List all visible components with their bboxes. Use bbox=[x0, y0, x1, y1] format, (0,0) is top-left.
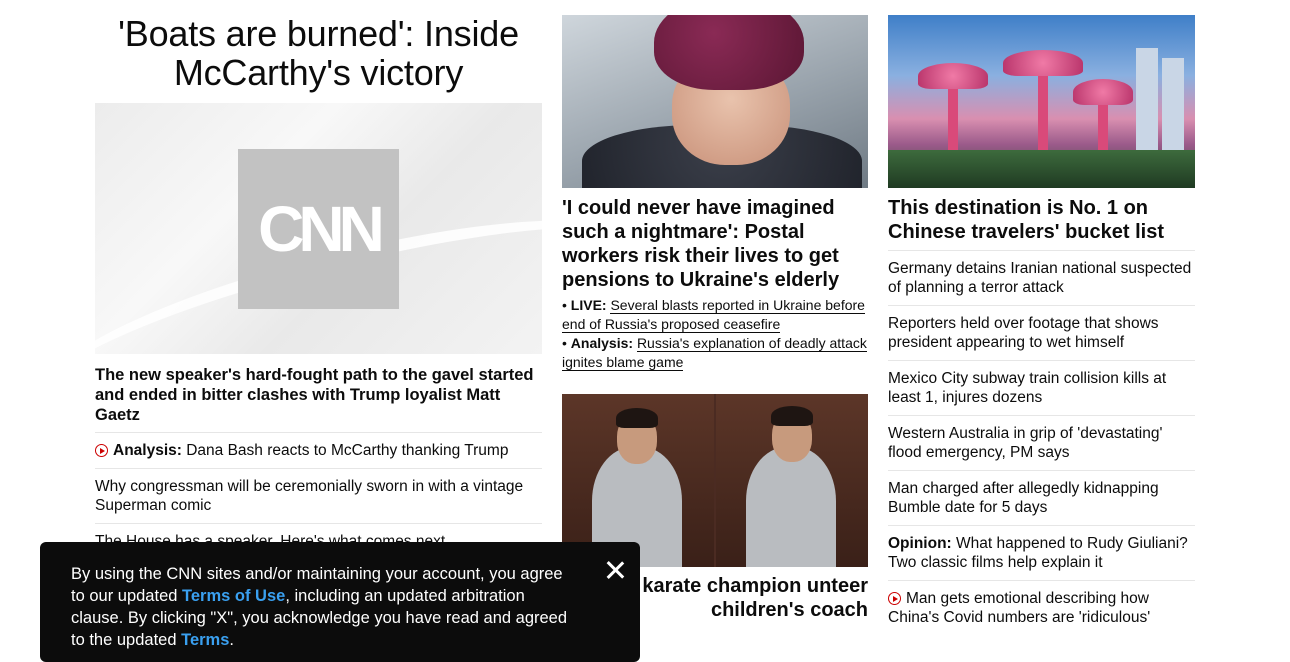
image-right-panel bbox=[716, 394, 868, 567]
list-item[interactable]: Mexico City subway train collision kills… bbox=[888, 360, 1195, 415]
list-item[interactable]: Analysis: Dana Bash reacts to McCarthy t… bbox=[95, 432, 542, 468]
image-ground bbox=[888, 150, 1195, 188]
consent-message: By using the CNN sites and/or maintainin… bbox=[71, 563, 570, 651]
play-icon bbox=[95, 444, 108, 457]
postal-story-bullets: • LIVE: Several blasts reported in Ukrai… bbox=[562, 296, 868, 372]
cnn-logo: CNN bbox=[238, 149, 399, 309]
image-figure bbox=[746, 447, 836, 567]
list-item[interactable]: Man charged after allegedly kidnapping B… bbox=[888, 470, 1195, 525]
lead-image[interactable]: CNN bbox=[95, 103, 542, 354]
bullet-label: Analysis: bbox=[570, 335, 634, 351]
lead-related-list: Analysis: Dana Bash reacts to McCarthy t… bbox=[95, 432, 542, 559]
item-text: Man gets emotional describing how China'… bbox=[888, 590, 1151, 626]
lead-column: 'Boats are burned': Inside McCarthy's vi… bbox=[95, 0, 542, 550]
image-canopy bbox=[1073, 79, 1133, 105]
bullet-item[interactable]: • LIVE: Several blasts reported in Ukrai… bbox=[562, 296, 868, 334]
item-text: Mexico City subway train collision kills… bbox=[888, 370, 1167, 406]
lead-headline[interactable]: 'Boats are burned': Inside McCarthy's vi… bbox=[95, 14, 542, 92]
list-item[interactable]: Man gets emotional describing how China'… bbox=[888, 580, 1195, 635]
postal-story-headline[interactable]: 'I could never have imagined such a nigh… bbox=[562, 196, 868, 292]
travel-story-image[interactable] bbox=[888, 15, 1195, 188]
item-text: Reporters held over footage that shows p… bbox=[888, 315, 1159, 351]
terms-of-use-link[interactable]: Terms of Use bbox=[182, 587, 285, 605]
image-hair bbox=[771, 406, 813, 426]
play-icon bbox=[888, 592, 901, 605]
postal-story-image[interactable] bbox=[562, 15, 868, 188]
list-item[interactable]: Germany detains Iranian national suspect… bbox=[888, 250, 1195, 305]
item-text: Western Australia in grip of 'devastatin… bbox=[888, 425, 1163, 461]
consent-text-3: . bbox=[229, 631, 235, 649]
list-item[interactable]: Why congressman will be ceremonially swo… bbox=[95, 468, 542, 523]
image-canopy bbox=[918, 63, 988, 89]
image-hair bbox=[616, 408, 658, 428]
item-text: Man charged after allegedly kidnapping B… bbox=[888, 480, 1159, 516]
item-text: Dana Bash reacts to McCarthy thanking Tr… bbox=[186, 442, 509, 459]
headline-list: Germany detains Iranian national suspect… bbox=[888, 250, 1195, 635]
close-icon[interactable] bbox=[604, 559, 626, 581]
bullet-label: LIVE: bbox=[570, 297, 607, 313]
bullet-text: Several blasts reported in Ukraine befor… bbox=[562, 297, 865, 333]
terms-link[interactable]: Terms bbox=[181, 631, 229, 649]
terms-consent-banner: By using the CNN sites and/or maintainin… bbox=[40, 542, 640, 662]
image-canopy bbox=[1003, 50, 1083, 76]
bullet-item[interactable]: • Analysis: Russia's explanation of dead… bbox=[562, 334, 868, 372]
item-label: Opinion: bbox=[888, 535, 952, 552]
cnn-logo-text: CNN bbox=[258, 193, 385, 265]
item-label: Analysis: bbox=[113, 442, 182, 459]
item-text: Why congressman will be ceremonially swo… bbox=[95, 478, 524, 514]
item-text: Germany detains Iranian national suspect… bbox=[888, 260, 1192, 296]
image-hat bbox=[654, 15, 804, 90]
lead-subheadline[interactable]: The new speaker's hard-fought path to th… bbox=[95, 365, 542, 425]
list-item[interactable]: Reporters held over footage that shows p… bbox=[888, 305, 1195, 360]
list-item[interactable]: Western Australia in grip of 'devastatin… bbox=[888, 415, 1195, 470]
list-item[interactable]: Opinion: What happened to Rudy Giuliani?… bbox=[888, 525, 1195, 580]
travel-story-headline[interactable]: This destination is No. 1 on Chinese tra… bbox=[888, 196, 1195, 244]
